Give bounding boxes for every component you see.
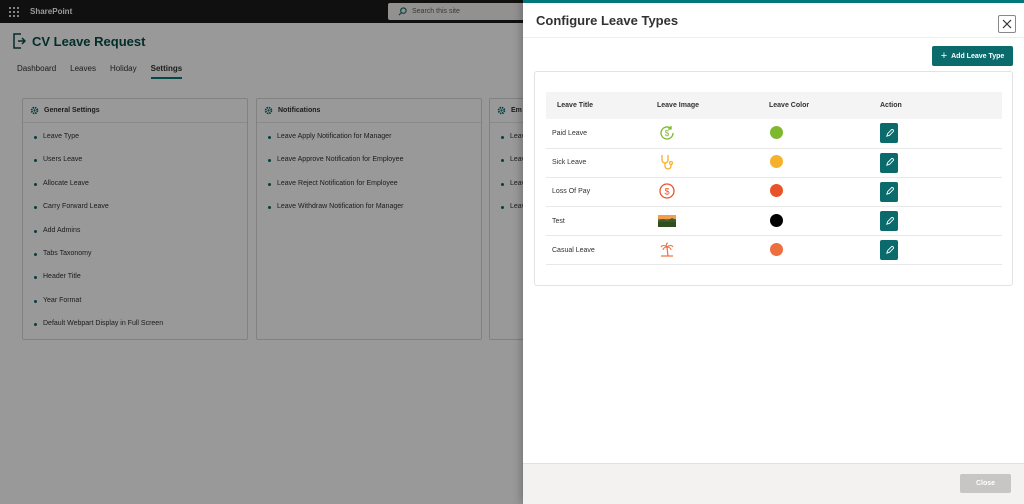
table-header-row: Leave Title Leave Image Leave Color Acti… bbox=[546, 92, 1002, 119]
close-icon bbox=[1002, 19, 1012, 29]
add-leave-type-label: Add Leave Type bbox=[951, 52, 1005, 60]
panel-title: Configure Leave Types bbox=[536, 12, 679, 28]
panel-footer: Close bbox=[523, 463, 1024, 504]
leave-title: Sick Leave bbox=[546, 148, 657, 178]
edit-button[interactable] bbox=[880, 181, 898, 202]
column-header-action: Action bbox=[880, 92, 1002, 119]
leave-color-swatch bbox=[770, 125, 783, 139]
leave-color-swatch bbox=[770, 155, 783, 169]
plus-icon: + bbox=[940, 49, 948, 62]
dollar-circle-icon: $ bbox=[657, 181, 677, 201]
leave-title: Paid Leave bbox=[546, 119, 657, 149]
table-row: Casual Leave bbox=[546, 235, 1002, 266]
pencil-icon bbox=[885, 158, 894, 167]
pencil-icon bbox=[885, 187, 894, 196]
table-row: Test bbox=[546, 206, 1002, 237]
edit-button[interactable] bbox=[880, 123, 898, 144]
svg-text:$: $ bbox=[664, 187, 669, 197]
panel-header: Configure Leave Types bbox=[523, 3, 1024, 38]
column-header-leave-color: Leave Color bbox=[769, 92, 880, 119]
leave-color-swatch bbox=[770, 213, 783, 227]
table-row: Paid Leave $ bbox=[546, 119, 1002, 149]
pencil-icon bbox=[885, 128, 894, 137]
pencil-icon bbox=[885, 245, 894, 254]
close-icon-button[interactable] bbox=[998, 15, 1016, 33]
add-leave-type-button[interactable]: + Add Leave Type bbox=[932, 46, 1013, 66]
leave-title: Casual Leave bbox=[546, 235, 657, 266]
pencil-icon bbox=[885, 216, 894, 225]
leave-types-table-card: Leave Title Leave Image Leave Color Acti… bbox=[534, 71, 1013, 286]
landscape-photo-icon bbox=[657, 211, 677, 231]
leave-types-table: Leave Title Leave Image Leave Color Acti… bbox=[546, 92, 1002, 266]
leave-color-swatch bbox=[770, 184, 783, 198]
leave-color-swatch bbox=[770, 242, 783, 256]
leave-title: Loss Of Pay bbox=[546, 177, 657, 208]
table-row: Sick Leave bbox=[546, 148, 1002, 178]
dollar-cycle-icon: $ bbox=[657, 123, 677, 143]
column-header-leave-image: Leave Image bbox=[657, 92, 769, 119]
palm-tree-icon bbox=[657, 240, 677, 260]
column-header-leave-title: Leave Title bbox=[546, 92, 657, 119]
table-row: Loss Of Pay $ bbox=[546, 177, 1002, 208]
edit-button[interactable] bbox=[880, 152, 898, 173]
svg-text:$: $ bbox=[665, 129, 670, 138]
leave-title: Test bbox=[546, 206, 657, 237]
close-button[interactable]: Close bbox=[960, 474, 1011, 493]
configure-leave-types-panel: Configure Leave Types + Add Leave Type L… bbox=[523, 0, 1024, 504]
edit-button[interactable] bbox=[880, 240, 898, 261]
stethoscope-icon bbox=[657, 152, 677, 172]
edit-button[interactable] bbox=[880, 211, 898, 232]
